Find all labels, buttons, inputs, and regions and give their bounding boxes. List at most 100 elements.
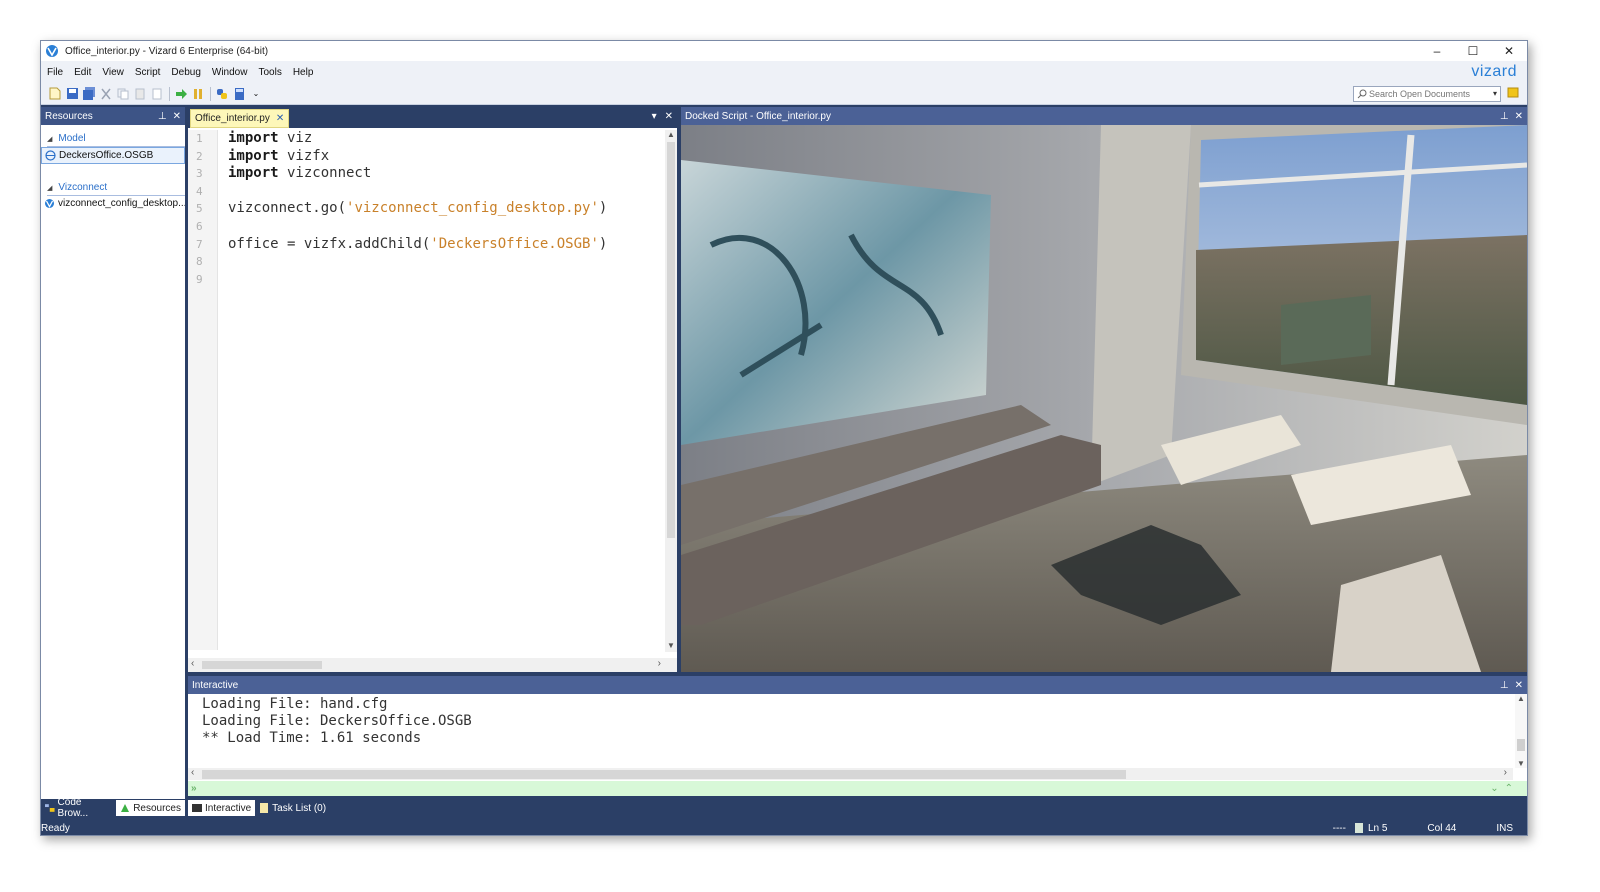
editor-horizontal-scrollbar[interactable]: ‹ › — [188, 658, 677, 672]
code-text-area[interactable]: import viz import vizfx import vizconnec… — [228, 130, 658, 650]
code-text: office = vizfx.addChild( — [228, 235, 431, 252]
close-tab-icon[interactable]: ✕ — [276, 113, 284, 124]
search-input[interactable] — [1369, 88, 1489, 99]
toolbar-separator — [169, 86, 170, 101]
run-icon[interactable] — [173, 86, 189, 102]
save-all-icon[interactable] — [81, 86, 97, 102]
code-text: viz — [278, 130, 313, 146]
code-line[interactable]: import viz — [228, 130, 658, 148]
tree-group-model[interactable]: ◢ Model — [41, 129, 185, 146]
tree-group-vizconnect[interactable]: ◢ Vizconnect — [41, 178, 185, 195]
pause-icon[interactable] — [190, 86, 206, 102]
vizard-logo: vizard — [1471, 63, 1517, 80]
tab-code-browser[interactable]: Code Brow... — [41, 797, 116, 819]
save-icon[interactable] — [64, 86, 80, 102]
vizard-app-icon — [46, 45, 58, 57]
command-prompt[interactable]: » ⌄⌃ — [188, 781, 1527, 796]
find-options-icon[interactable] — [1507, 86, 1521, 102]
pin-icon[interactable]: ⊥ — [158, 111, 167, 122]
code-line[interactable] — [228, 218, 658, 236]
editor-vertical-scrollbar[interactable]: ▲ ▼ — [665, 130, 677, 652]
menu-window[interactable]: Window — [212, 67, 248, 78]
console-horizontal-scrollbar[interactable]: ‹ › — [188, 767, 1513, 780]
scroll-left-icon[interactable]: ‹ — [191, 658, 194, 669]
menu-debug[interactable]: Debug — [171, 67, 200, 78]
menu-view[interactable]: View — [102, 67, 124, 78]
scroll-left-icon[interactable]: ‹ — [191, 767, 194, 778]
code-text: ) — [598, 200, 608, 217]
collapse-caret-icon[interactable]: ◢ — [47, 184, 52, 192]
scroll-down-icon[interactable]: ▼ — [667, 641, 675, 650]
resources-icon — [121, 804, 130, 812]
line-number: 8 — [196, 255, 203, 269]
code-line[interactable]: vizconnect.go('vizconnect_config_desktop… — [228, 200, 658, 218]
tab-resources[interactable]: Resources — [116, 800, 185, 816]
menu-file[interactable]: File — [47, 67, 63, 78]
scroll-up-icon[interactable]: ▲ — [667, 130, 675, 139]
close-editor-icon[interactable]: ✕ — [665, 111, 673, 122]
minimize-button[interactable]: – — [1419, 41, 1455, 61]
console-vertical-scrollbar[interactable]: ▲ ▼ — [1515, 694, 1527, 768]
tab-office-interior[interactable]: Office_interior.py ✕ — [190, 109, 290, 128]
tab-task-list[interactable]: Task List (0) — [255, 800, 330, 816]
paste-icon[interactable] — [132, 86, 148, 102]
line-number: 2 — [196, 149, 203, 163]
code-line[interactable]: import vizconnect — [228, 165, 658, 183]
collapse-caret-icon[interactable]: ◢ — [47, 135, 52, 143]
pin-icon[interactable]: ⊥ — [1500, 680, 1509, 691]
code-browser-icon — [45, 804, 55, 812]
scroll-right-icon[interactable]: › — [1504, 767, 1507, 778]
menu-bar: File Edit View Script Debug Window Tools… — [41, 61, 1527, 83]
scroll-thumb[interactable] — [1517, 739, 1525, 751]
toolbar-overflow-icon[interactable]: ⌄ — [248, 86, 264, 102]
line-number-gutter: 1 2 3 4 5 6 7 8 9 — [188, 130, 218, 650]
code-line[interactable]: import vizfx — [228, 148, 658, 166]
title-bar: Office_interior.py - Vizard 6 Enterprise… — [41, 41, 1527, 61]
close-icon[interactable]: ✕ — [1515, 111, 1523, 122]
scroll-down-icon[interactable]: ▼ — [1517, 759, 1525, 768]
tab-dropdown-icon[interactable]: ▾ — [652, 111, 657, 122]
line-number: 7 — [196, 237, 203, 251]
document-icon[interactable] — [149, 86, 165, 102]
scroll-right-icon[interactable]: › — [658, 658, 661, 669]
close-icon[interactable]: ✕ — [173, 111, 181, 122]
line-number: 6 — [196, 219, 203, 233]
document-status-icon — [1354, 823, 1363, 833]
menu-edit[interactable]: Edit — [74, 67, 91, 78]
history-arrows-icon[interactable]: ⌄⌃ — [1490, 783, 1519, 794]
menu-script[interactable]: Script — [135, 67, 161, 78]
line-number: 4 — [196, 184, 203, 198]
code-line[interactable] — [228, 253, 658, 271]
close-button[interactable]: ✕ — [1491, 41, 1527, 61]
code-line[interactable]: office = vizfx.addChild('DeckersOffice.O… — [228, 236, 658, 254]
calculator-icon[interactable] — [231, 86, 247, 102]
chevron-down-icon[interactable]: ▾ — [1493, 89, 1497, 98]
pin-icon[interactable]: ⊥ — [1500, 111, 1509, 122]
command-input[interactable] — [200, 782, 1451, 795]
3d-viewport[interactable] — [681, 125, 1527, 672]
copy-icon[interactable] — [115, 86, 131, 102]
cut-icon[interactable] — [98, 86, 114, 102]
keyword: import — [228, 147, 279, 164]
tree-item-vizconnect-config[interactable]: vizconnect_config_desktop.... — [41, 196, 185, 211]
scroll-thumb[interactable] — [667, 142, 675, 538]
tree-item-deckers-office[interactable]: DeckersOffice.OSGB — [41, 147, 185, 164]
menu-tools[interactable]: Tools — [258, 67, 281, 78]
tab-label: Interactive — [205, 802, 252, 814]
tab-interactive[interactable]: Interactive — [188, 800, 256, 816]
maximize-button[interactable]: ☐ — [1455, 41, 1491, 61]
new-file-icon[interactable] — [47, 86, 63, 102]
close-icon[interactable]: ✕ — [1515, 680, 1523, 691]
status-ready: Ready — [41, 822, 70, 834]
scroll-up-icon[interactable]: ▲ — [1517, 694, 1525, 703]
status-dashes: ---- — [1332, 822, 1346, 834]
python-icon[interactable] — [214, 86, 230, 102]
code-line[interactable] — [228, 271, 658, 289]
code-line[interactable] — [228, 183, 658, 201]
menu-help[interactable]: Help — [293, 67, 314, 78]
search-open-documents[interactable]: ▾ — [1353, 85, 1501, 102]
search-icon — [1357, 89, 1367, 98]
scroll-thumb[interactable] — [202, 770, 1126, 779]
tab-label: Resources — [133, 802, 181, 814]
scroll-thumb[interactable] — [202, 661, 322, 669]
